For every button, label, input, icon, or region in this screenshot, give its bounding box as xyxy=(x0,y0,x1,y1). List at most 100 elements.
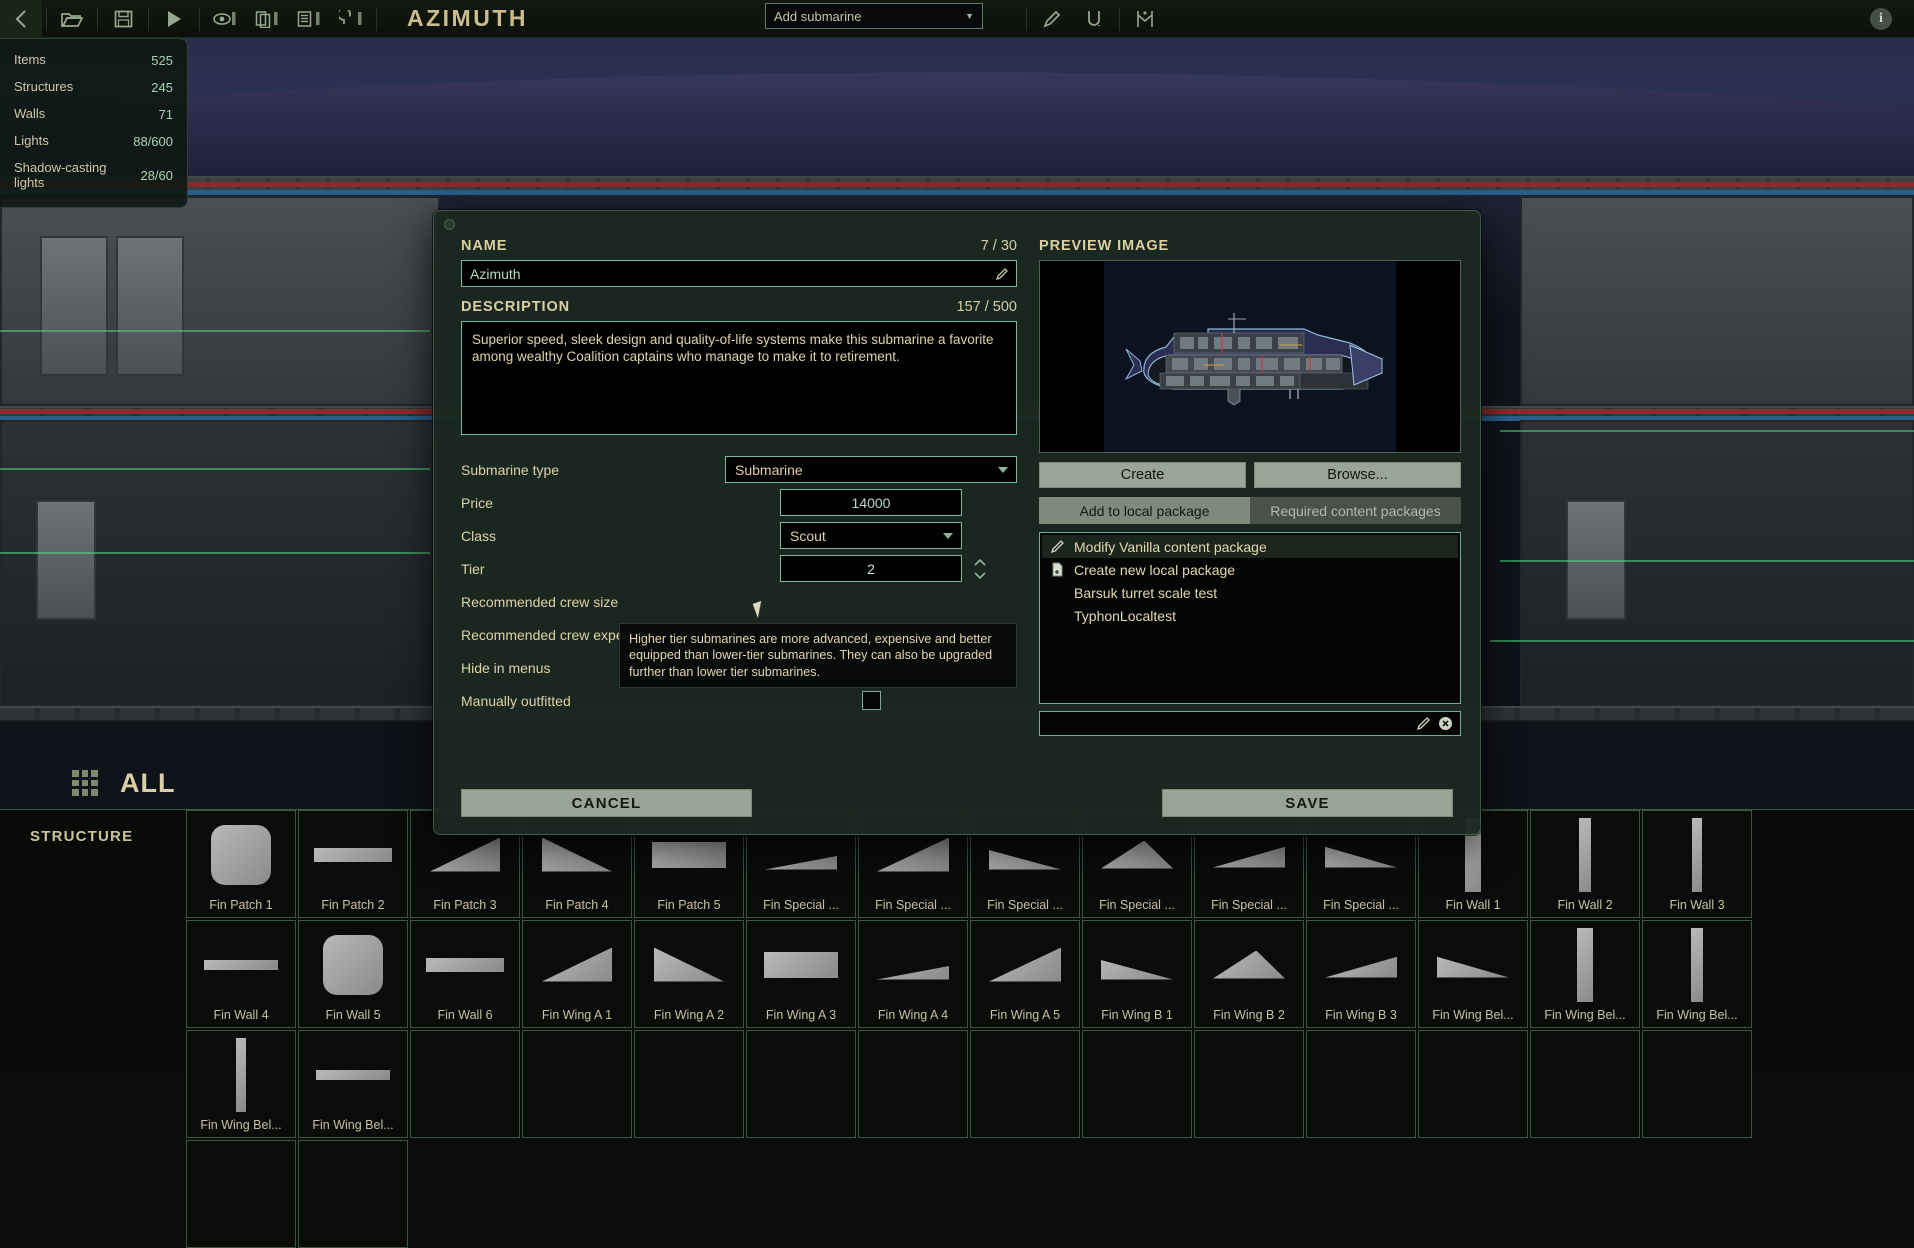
info-icon[interactable]: i xyxy=(1870,8,1892,30)
item-label: Fin Wing B 3 xyxy=(1325,1008,1397,1022)
item-label: Fin Special ... xyxy=(763,898,839,912)
item-thumbnail xyxy=(859,921,967,1008)
price-control: 14000 xyxy=(725,489,1017,516)
close-circle-icon[interactable] xyxy=(1438,716,1453,731)
save-button[interactable]: SAVE xyxy=(1162,789,1453,817)
stat-row: Walls 71 xyxy=(12,101,175,128)
back-arrow-icon[interactable] xyxy=(0,0,42,38)
item-cell[interactable]: Fin Patch 1 xyxy=(186,810,296,918)
package-item-label: Create new local package xyxy=(1074,562,1235,578)
stat-row: Items 525 xyxy=(12,47,175,74)
item-cell[interactable]: Fin Wing B 3 xyxy=(1306,920,1416,1028)
item-label: Fin Special ... xyxy=(987,898,1063,912)
grid-icon[interactable] xyxy=(72,770,98,796)
magnet-icon[interactable] xyxy=(1073,0,1115,38)
stat-label: Shadow-casting lights xyxy=(14,161,118,191)
pipe-red-upper xyxy=(0,182,1914,187)
list-layers-icon[interactable] xyxy=(288,0,330,38)
eye-icon[interactable] xyxy=(204,0,246,38)
item-cell-empty xyxy=(634,1030,744,1138)
item-cell[interactable]: Fin Wall 4 xyxy=(186,920,296,1028)
item-thumbnail xyxy=(747,1031,855,1132)
item-thumbnail-shape xyxy=(654,948,724,982)
item-thumbnail xyxy=(299,811,407,898)
description-field-header: DESCRIPTION 157 / 500 xyxy=(461,299,1017,315)
floppy-disk-icon[interactable] xyxy=(102,0,144,38)
create-preview-button[interactable]: Create xyxy=(1039,462,1246,488)
item-cell[interactable]: Fin Wing Bel... xyxy=(298,1030,408,1138)
stat-value: 71 xyxy=(159,107,173,122)
copy-icon[interactable] xyxy=(246,0,288,38)
item-label: Fin Wing A 2 xyxy=(654,1008,724,1022)
wire-green-4 xyxy=(1500,430,1914,432)
item-cell[interactable]: Fin Wing A 2 xyxy=(634,920,744,1028)
tab-required-content-packages[interactable]: Required content packages xyxy=(1250,497,1461,524)
item-cell[interactable]: Fin Wing A 5 xyxy=(970,920,1080,1028)
item-cell[interactable]: Fin Wall 3 xyxy=(1642,810,1752,918)
submarine-type-control: Submarine xyxy=(725,456,1017,483)
item-cell[interactable]: Fin Wing B 2 xyxy=(1194,920,1304,1028)
folder-open-icon[interactable] xyxy=(51,0,93,38)
package-item-label: TyphonLocaltest xyxy=(1074,608,1176,624)
item-cell[interactable]: Fin Wall 5 xyxy=(298,920,408,1028)
toolbar-right-group xyxy=(1022,0,1166,38)
item-cell[interactable]: Fin Patch 2 xyxy=(298,810,408,918)
wire-green-2 xyxy=(0,468,430,470)
item-cell-empty xyxy=(1418,1030,1528,1138)
add-submarine-dropdown[interactable]: Add submarine ▼ xyxy=(765,3,983,29)
toolbar-divider xyxy=(376,7,377,31)
locker-c xyxy=(36,500,96,620)
name-input[interactable]: Azimuth xyxy=(461,260,1017,287)
item-thumbnail xyxy=(1083,1031,1191,1132)
price-input[interactable]: 14000 xyxy=(780,489,962,516)
item-label: Fin Wing Bel... xyxy=(312,1118,393,1132)
submarine-type-select[interactable]: Submarine xyxy=(725,456,1017,483)
description-label: DESCRIPTION xyxy=(461,299,570,315)
toolbar-divider xyxy=(46,7,47,31)
package-item-create-new[interactable]: Create new local package xyxy=(1042,558,1458,581)
item-cell[interactable]: Fin Wing Bel... xyxy=(1530,920,1640,1028)
item-cell[interactable]: Fin Wing Bel... xyxy=(186,1030,296,1138)
item-cell[interactable]: Fin Wall 6 xyxy=(410,920,520,1028)
class-select[interactable]: Scout xyxy=(780,522,962,549)
manually-outfitted-checkbox[interactable] xyxy=(862,691,881,710)
stepper-down-icon[interactable] xyxy=(972,570,988,581)
item-cell[interactable]: Fin Wing Bel... xyxy=(1642,920,1752,1028)
description-input[interactable]: Superior speed, sleek design and quality… xyxy=(461,321,1017,435)
pencil-icon[interactable] xyxy=(1031,0,1073,38)
package-item-barsuk[interactable]: Barsuk turret scale test xyxy=(1042,581,1458,604)
play-icon[interactable] xyxy=(153,0,195,38)
undo-icon[interactable] xyxy=(330,0,372,38)
toolbar-divider xyxy=(1119,7,1120,31)
item-label: Fin Wing B 2 xyxy=(1213,1008,1285,1022)
stepper-up-icon[interactable] xyxy=(972,557,988,568)
item-cell[interactable]: Fin Wing A 1 xyxy=(522,920,632,1028)
wiring-icon[interactable] xyxy=(1124,0,1166,38)
package-item-typhon[interactable]: TyphonLocaltest xyxy=(1042,604,1458,627)
package-list[interactable]: Modify Vanilla content package Create ne… xyxy=(1039,532,1461,704)
item-thumbnail-shape xyxy=(1325,952,1397,978)
crew-size-label: Recommended crew size xyxy=(461,594,646,610)
item-cell[interactable]: Fin Wing A 3 xyxy=(746,920,856,1028)
item-cell[interactable]: Fin Wall 2 xyxy=(1530,810,1640,918)
pipe-blue-upper xyxy=(0,190,1914,195)
item-label: Fin Wall 6 xyxy=(437,1008,492,1022)
tab-add-to-local-package[interactable]: Add to local package xyxy=(1039,497,1250,524)
item-thumbnail-shape xyxy=(652,842,726,868)
package-item-modify-vanilla[interactable]: Modify Vanilla content package xyxy=(1042,535,1458,558)
cancel-button[interactable]: CANCEL xyxy=(461,789,752,817)
item-cell[interactable]: Fin Wing B 1 xyxy=(1082,920,1192,1028)
item-thumbnail xyxy=(299,921,407,1008)
item-thumbnail xyxy=(1531,921,1639,1008)
item-thumbnail xyxy=(971,1031,1079,1132)
pencil-icon[interactable] xyxy=(1416,716,1431,731)
tier-tooltip: Higher tier submarines are more advanced… xyxy=(619,623,1017,688)
item-label: Fin Wing A 1 xyxy=(542,1008,612,1022)
tier-input[interactable]: 2 xyxy=(780,555,962,582)
item-thumbnail-shape xyxy=(1213,951,1285,979)
item-label: Fin Patch 1 xyxy=(209,898,272,912)
item-cell[interactable]: Fin Wing Bel... xyxy=(1418,920,1528,1028)
browse-preview-button[interactable]: Browse... xyxy=(1254,462,1461,488)
item-cell[interactable]: Fin Wing A 4 xyxy=(858,920,968,1028)
tier-label: Tier xyxy=(461,561,646,577)
